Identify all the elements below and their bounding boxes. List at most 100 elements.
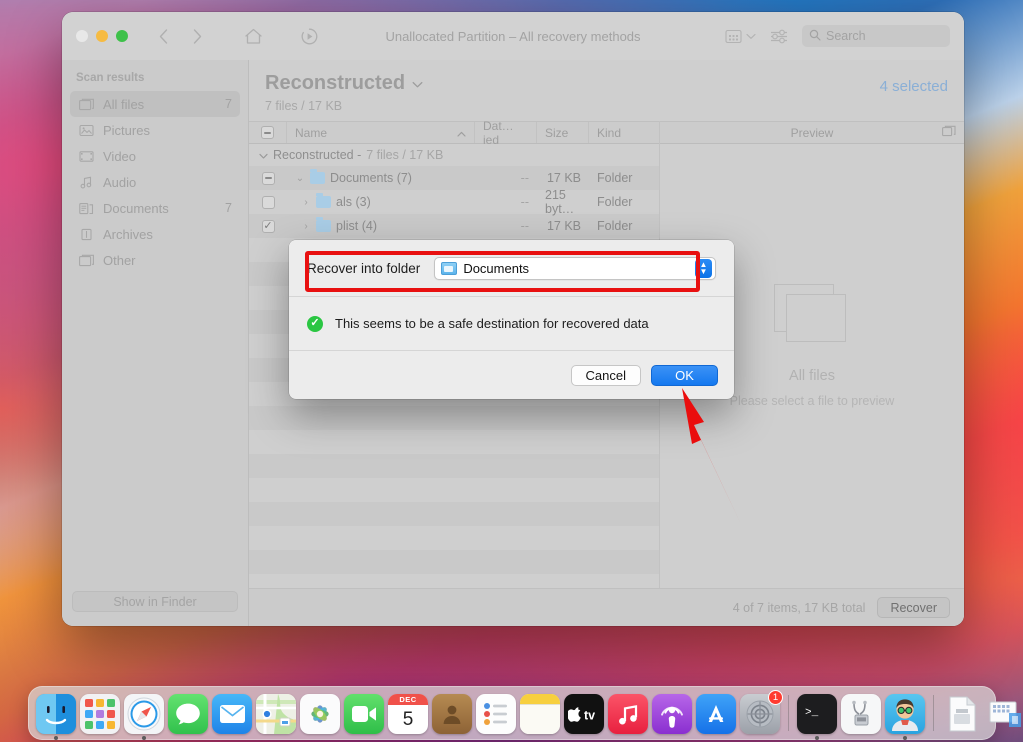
- dock-item-launchpad[interactable]: [79, 692, 121, 734]
- dock-item-contacts[interactable]: [431, 692, 473, 734]
- sidebar-item-archives[interactable]: Archives: [70, 221, 240, 247]
- sidebar-item-pictures[interactable]: Pictures: [70, 117, 240, 143]
- dock-item-maps[interactable]: [255, 692, 297, 734]
- dock-item-mail[interactable]: [211, 692, 253, 734]
- sidebar-label: Video: [103, 148, 137, 164]
- dock-item-downloads-stack[interactable]: [985, 692, 1023, 734]
- group-detail: 7 files / 17 KB: [366, 148, 444, 162]
- select-all-header[interactable]: [249, 122, 287, 143]
- row-checkbox[interactable]: [261, 195, 275, 209]
- row-name-cell[interactable]: › als (3): [287, 190, 475, 214]
- row-checkbox[interactable]: [261, 171, 275, 185]
- sidebar-count: 7: [225, 97, 232, 111]
- dock-item-terminal[interactable]: >_: [796, 692, 838, 740]
- chevron-right-icon[interactable]: ›: [301, 221, 311, 232]
- home-icon[interactable]: [240, 23, 266, 49]
- dock-item-finder[interactable]: [35, 692, 77, 740]
- page-title-group[interactable]: Reconstructed: [265, 72, 880, 95]
- empty-row: [249, 454, 659, 478]
- chevron-right-icon[interactable]: ›: [301, 197, 311, 208]
- row-checkbox-cell[interactable]: [249, 166, 287, 190]
- preview-toggle-icon[interactable]: [942, 125, 956, 141]
- dock-item-disk-drill[interactable]: [884, 692, 926, 740]
- dock-item-messages[interactable]: [167, 692, 209, 734]
- sort-ascending-icon: [457, 126, 466, 140]
- dock-item-app-store[interactable]: [695, 692, 737, 734]
- dock-item-disk-utility[interactable]: [840, 692, 882, 734]
- chevron-down-icon[interactable]: ⌄: [295, 173, 305, 184]
- chevron-down-icon[interactable]: [412, 72, 423, 95]
- row-checkbox-cell[interactable]: [249, 190, 287, 214]
- sidebar-item-other[interactable]: Other: [70, 247, 240, 273]
- dock-item-photos[interactable]: [299, 692, 341, 734]
- row-name-cell[interactable]: ⌄ Documents (7): [287, 166, 475, 190]
- dock-item-music[interactable]: [607, 692, 649, 734]
- row-name: als (3): [336, 195, 371, 209]
- chevron-down-icon[interactable]: [259, 148, 268, 162]
- folder-popup-button[interactable]: Documents ▲ ▼: [434, 256, 716, 280]
- dock-item-system-preferences[interactable]: 1: [739, 690, 783, 734]
- row-name-cell[interactable]: › plist (4): [287, 214, 475, 238]
- column-header-size[interactable]: Size: [537, 122, 589, 143]
- table-row[interactable]: ⌄ Documents (7) -- 17 KB Folder: [249, 166, 659, 190]
- row-date: --: [520, 219, 529, 233]
- minimize-button[interactable]: [96, 30, 108, 42]
- pictures-icon: [78, 122, 95, 138]
- dock-item-apple-tv[interactable]: tv: [563, 692, 605, 734]
- folder-icon: [316, 193, 331, 208]
- sidebar-item-video[interactable]: Video: [70, 143, 240, 169]
- rescan-icon[interactable]: [296, 23, 322, 49]
- filter-sliders-icon[interactable]: [766, 23, 792, 49]
- running-indicator: [815, 736, 819, 740]
- row-date: --: [520, 195, 529, 209]
- column-header-date[interactable]: Dat…ied: [475, 119, 537, 147]
- dock-item-notes[interactable]: [519, 692, 561, 734]
- recover-button[interactable]: Recover: [877, 597, 950, 618]
- view-mode-button[interactable]: [725, 27, 756, 45]
- sidebar-label: Audio: [103, 174, 137, 190]
- sidebar-label: Archives: [103, 226, 153, 242]
- empty-row: [249, 478, 659, 502]
- close-button[interactable]: [76, 30, 88, 42]
- ok-button[interactable]: OK: [651, 364, 718, 386]
- zoom-button[interactable]: [116, 30, 128, 42]
- table-row[interactable]: › plist (4) -- 17 KB Folder: [249, 214, 659, 238]
- recover-into-folder-label: Recover into folder: [307, 260, 421, 276]
- search-field[interactable]: Search: [802, 25, 950, 47]
- cancel-button[interactable]: Cancel: [570, 364, 641, 386]
- folder-popup-value: Documents: [463, 260, 530, 276]
- row-checkbox[interactable]: [261, 219, 275, 233]
- sidebar-item-all-files[interactable]: All files 7: [70, 91, 240, 117]
- column-header-name[interactable]: Name: [287, 122, 475, 143]
- table-row[interactable]: › als (3) -- 215 byt… Folder: [249, 188, 659, 216]
- sidebar-label: Pictures: [103, 122, 150, 138]
- column-header-kind[interactable]: Kind: [589, 122, 659, 143]
- dock-item-calendar[interactable]: DEC 5: [387, 692, 429, 734]
- dock-item-reminders[interactable]: [475, 692, 517, 734]
- column-label: Name: [295, 125, 328, 140]
- sidebar-label: Documents: [103, 200, 169, 216]
- sidebar-item-documents[interactable]: Documents 7: [70, 195, 240, 221]
- show-in-finder-button[interactable]: Show in Finder: [72, 591, 238, 612]
- row-size: 17 KB: [546, 219, 581, 233]
- back-icon[interactable]: [150, 23, 176, 49]
- forward-icon[interactable]: [184, 23, 210, 49]
- search-input[interactable]: Search: [826, 29, 866, 43]
- row-date: --: [520, 171, 529, 185]
- documents-folder-icon: [441, 261, 458, 275]
- empty-row: [249, 574, 659, 588]
- select-all-checkbox[interactable]: [261, 126, 274, 139]
- dock-item-facetime[interactable]: [343, 692, 385, 734]
- notification-badge: 1: [768, 690, 783, 705]
- dock-item-document-file[interactable]: [941, 692, 983, 734]
- group-row[interactable]: Reconstructed - 7 files / 17 KB: [249, 144, 659, 166]
- video-icon: [78, 148, 95, 164]
- dock-item-podcasts[interactable]: [651, 692, 693, 734]
- popup-stepper-icon[interactable]: ▲ ▼: [695, 258, 712, 278]
- sidebar-header: Scan results: [76, 72, 145, 84]
- sidebar-item-audio[interactable]: Audio: [70, 169, 240, 195]
- dock-item-safari[interactable]: [123, 692, 165, 740]
- empty-row: [249, 526, 659, 550]
- row-checkbox-cell[interactable]: [249, 214, 287, 238]
- calendar-day: 5: [402, 708, 414, 730]
